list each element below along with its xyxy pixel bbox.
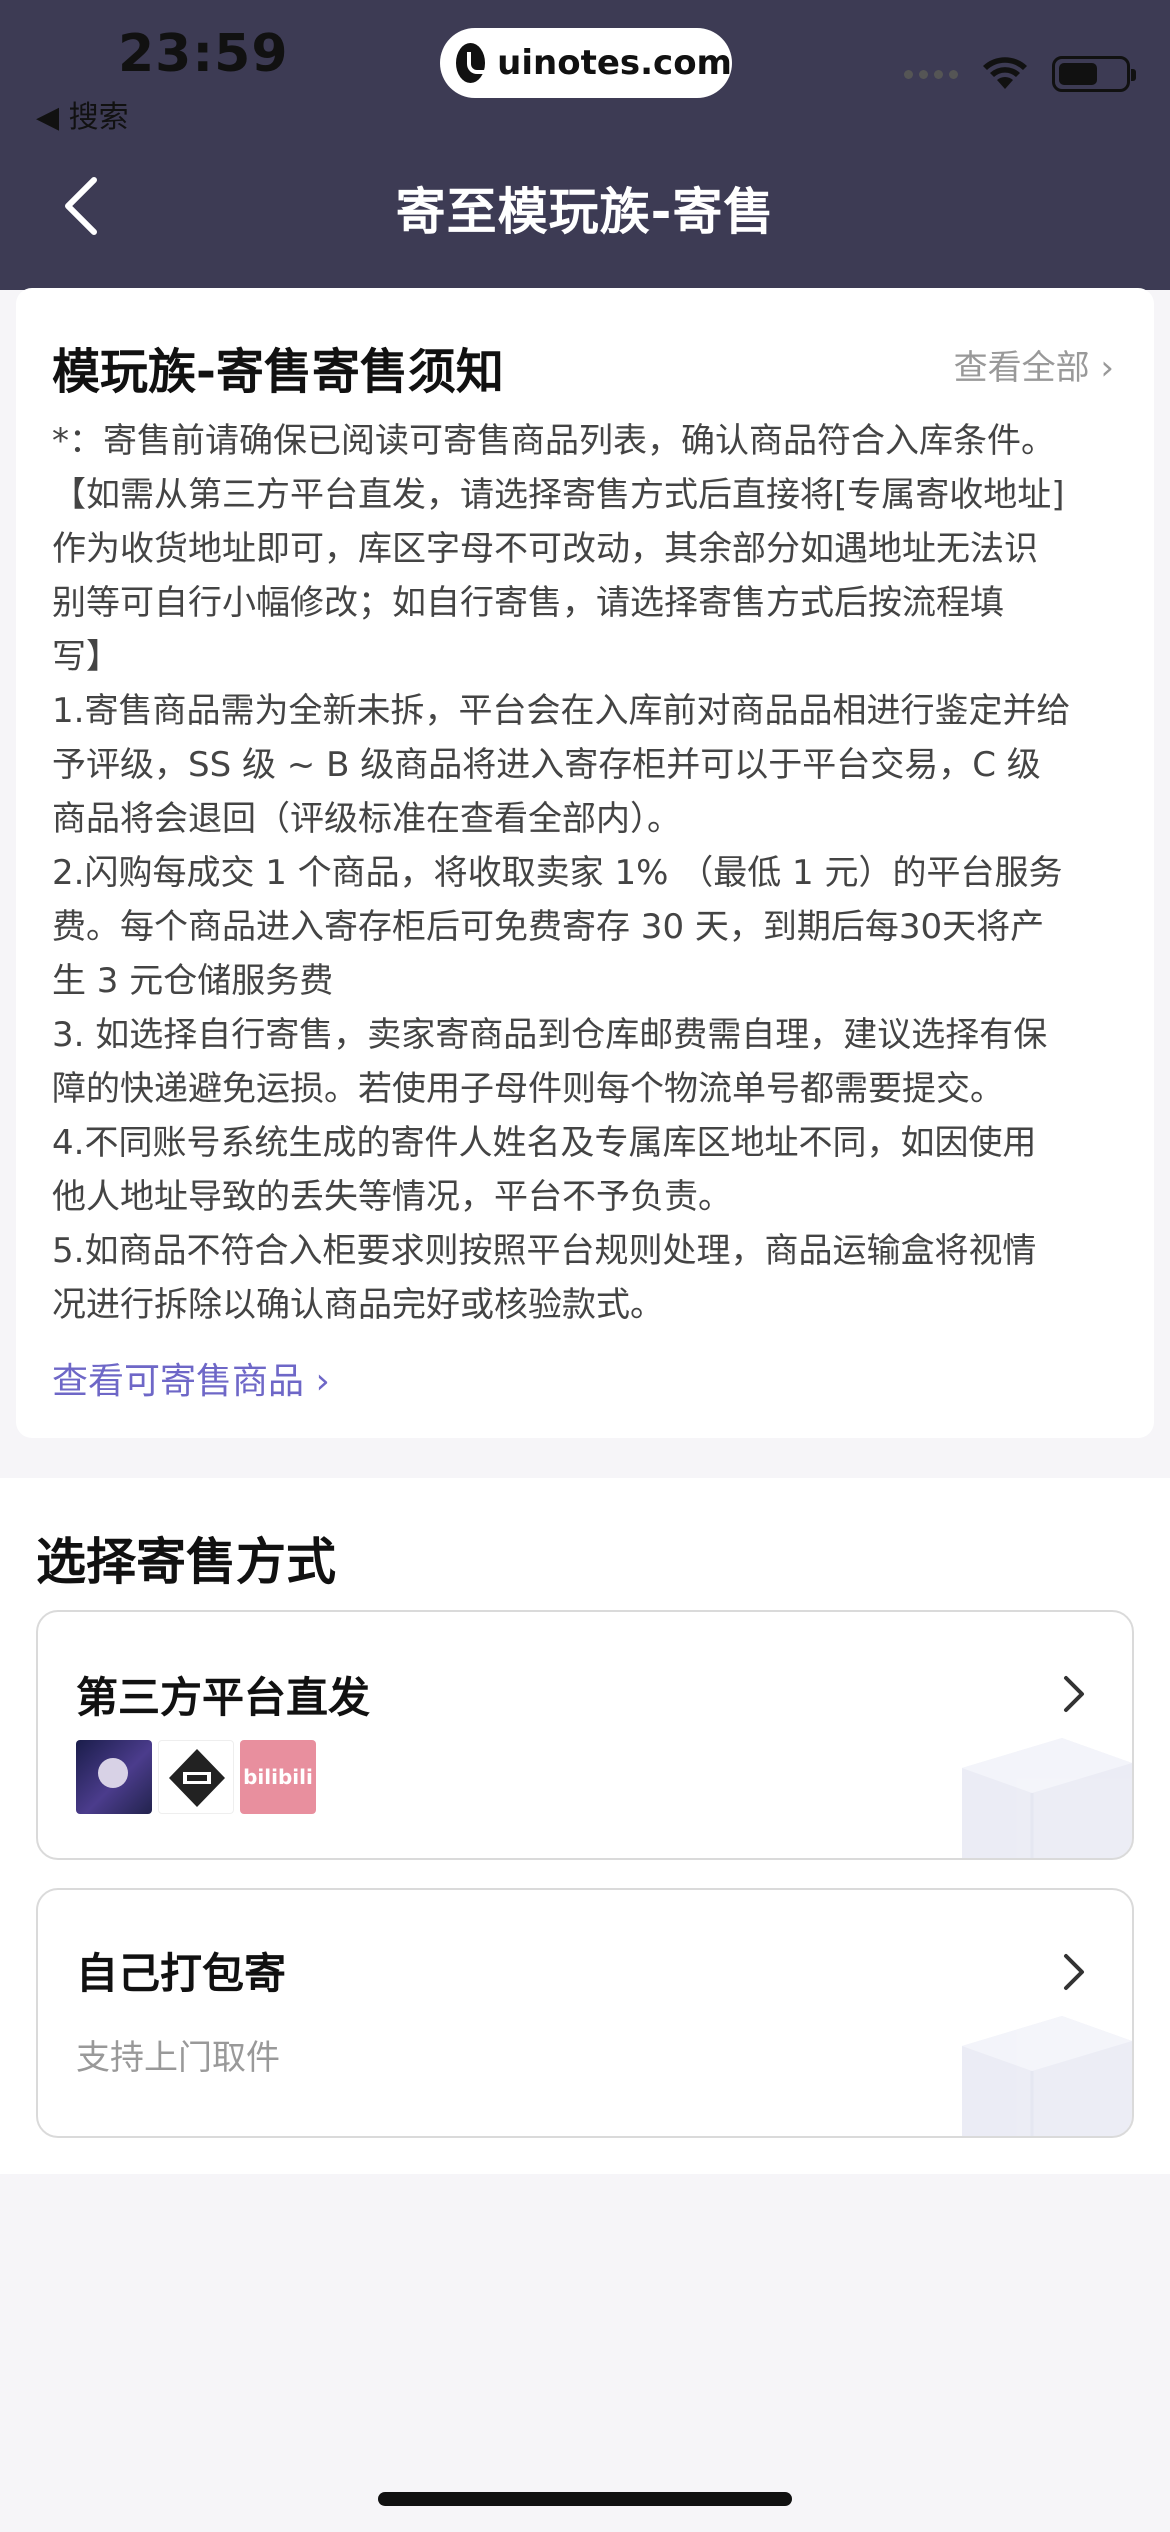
notice-line: 作为收货地址即可，库区字母不可改动，其余部分如遇地址无法识 [52, 529, 1038, 569]
view-consignable-goods-link[interactable]: 查看可寄售商品 › [52, 1352, 330, 1404]
notice-line: 写】 [52, 637, 120, 677]
notice-line: 4.不同账号系统生成的寄件人姓名及专属库区地址不同，如因使用 [52, 1123, 1037, 1163]
notice-line: 1.寄售商品需为全新未拆，平台会在入库前对商品品相进行鉴定并给 [52, 691, 1071, 731]
home-indicator [378, 2492, 792, 2506]
notice-line: 费。每个商品进入寄存柜后可免费寄存 30 天，到期后每30天将产 [52, 907, 1045, 947]
notice-line: 予评级，SS 级 ~ B 级商品将进入寄存柜并可以于平台交易，C 级 [52, 745, 1041, 785]
cellular-signal-icon [904, 69, 958, 79]
option-title: 第三方平台直发 [76, 1673, 371, 1722]
notice-line: 3. 如选择自行寄售，卖家寄商品到仓库邮费需自理，建议选择有保 [52, 1015, 1048, 1055]
option-third-party-direct[interactable]: 第三方平台直发 bilibili [36, 1610, 1134, 1860]
option-title: 自己打包寄 [76, 1949, 287, 1998]
battery-icon [1052, 56, 1136, 92]
notice-line: 障的快递避免运损。若使用子母件则每个物流单号都需要提交。 [52, 1069, 1004, 1109]
notice-line: 【如需从第三方平台直发，请选择寄售方式后直接将[专属寄收地址] [52, 475, 1065, 515]
method-section-title: 选择寄售方式 [36, 1533, 336, 1591]
platform-logo-icon [158, 1740, 234, 1814]
watermark-text: uinotes.com [497, 43, 732, 83]
status-time: 23:59 [118, 24, 289, 84]
notice-line: 生 3 元仓储服务费 [52, 961, 334, 1001]
header-bar: 23:59 ◀ 搜索 uinotes.com 寄至模玩族-寄售 [0, 0, 1170, 290]
status-icons [904, 56, 1136, 92]
watermark-badge: uinotes.com [440, 28, 732, 98]
notice-line: 5.如商品不符合入柜要求则按照平台规则处理，商品运输盒将视情 [52, 1231, 1037, 1271]
consignment-notice-card: 模玩族-寄售寄售须知 查看全部 › *：寄售前请确保已阅读可寄售商品列表，确认商… [16, 288, 1154, 1438]
notice-line: 2.闪购每成交 1 个商品，将收取卖家 1% （最低 1 元）的平台服务 [52, 853, 1063, 893]
platform-logo-icon [76, 1740, 152, 1814]
watermark-logo-icon [456, 43, 494, 83]
package-box-icon [962, 1738, 1132, 1858]
view-all-link[interactable]: 查看全部 › [954, 340, 1114, 389]
option-subtitle: 支持上门取件 [76, 2038, 280, 2078]
bilibili-logo-icon: bilibili [240, 1740, 316, 1814]
notice-line: 别等可自行小幅修改；如自行寄售，请选择寄售方式后按流程填 [52, 583, 1004, 623]
notice-line: *：寄售前请确保已阅读可寄售商品列表，确认商品符合入库条件。 [52, 421, 1055, 461]
platform-logos: bilibili [76, 1740, 316, 1814]
notice-line: 况进行拆除以确认商品完好或核验款式。 [52, 1285, 664, 1325]
wifi-icon [983, 57, 1027, 89]
notice-body: *：寄售前请确保已阅读可寄售商品列表，确认商品符合入库条件。 【如需从第三方平台… [52, 414, 1136, 1332]
package-box-icon [962, 2016, 1132, 2136]
notice-line: 商品将会退回（评级标准在查看全部内）。 [52, 799, 681, 839]
notice-line: 他人地址导致的丢失等情况，平台不予负责。 [52, 1177, 732, 1217]
back-to-search-link[interactable]: ◀ 搜索 [36, 92, 129, 136]
page-title: 寄至模玩族-寄售 [395, 183, 775, 241]
notice-title: 模玩族-寄售寄售须知 [52, 344, 504, 400]
option-self-pack[interactable]: 自己打包寄 支持上门取件 [36, 1888, 1134, 2138]
consignment-method-section: 选择寄售方式 第三方平台直发 bilibili 自己打包寄 支持上门取件 [0, 1478, 1170, 2174]
